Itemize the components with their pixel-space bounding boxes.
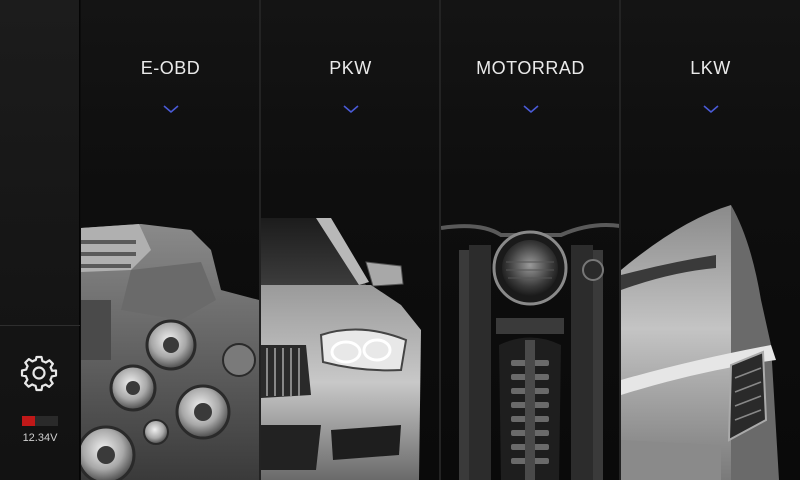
panel-title: PKW [329, 58, 372, 78]
panel-e-obd[interactable]: E-OBD [81, 0, 260, 480]
panel-lkw[interactable]: LKW [621, 0, 800, 480]
settings-button[interactable] [20, 354, 58, 392]
battery-fill [22, 416, 35, 426]
voltage-readout: 12.34V [22, 432, 58, 444]
chevron-down-icon [162, 105, 179, 114]
chevron-down-icon [702, 105, 719, 114]
panel-title: E-OBD [140, 58, 201, 78]
panel-title: LKW [690, 58, 731, 78]
sidebar: 12.34V [0, 0, 80, 480]
panel-pkw[interactable]: PKW [261, 0, 440, 480]
panel-title: MOTORRAD [476, 58, 585, 78]
chevron-down-icon [342, 105, 359, 114]
chevron-down-icon [522, 105, 539, 114]
panel-motorrad[interactable]: MOTORRAD [441, 0, 620, 480]
gear-icon [20, 355, 58, 392]
sidebar-divider [0, 325, 80, 326]
battery-indicator [22, 416, 58, 426]
